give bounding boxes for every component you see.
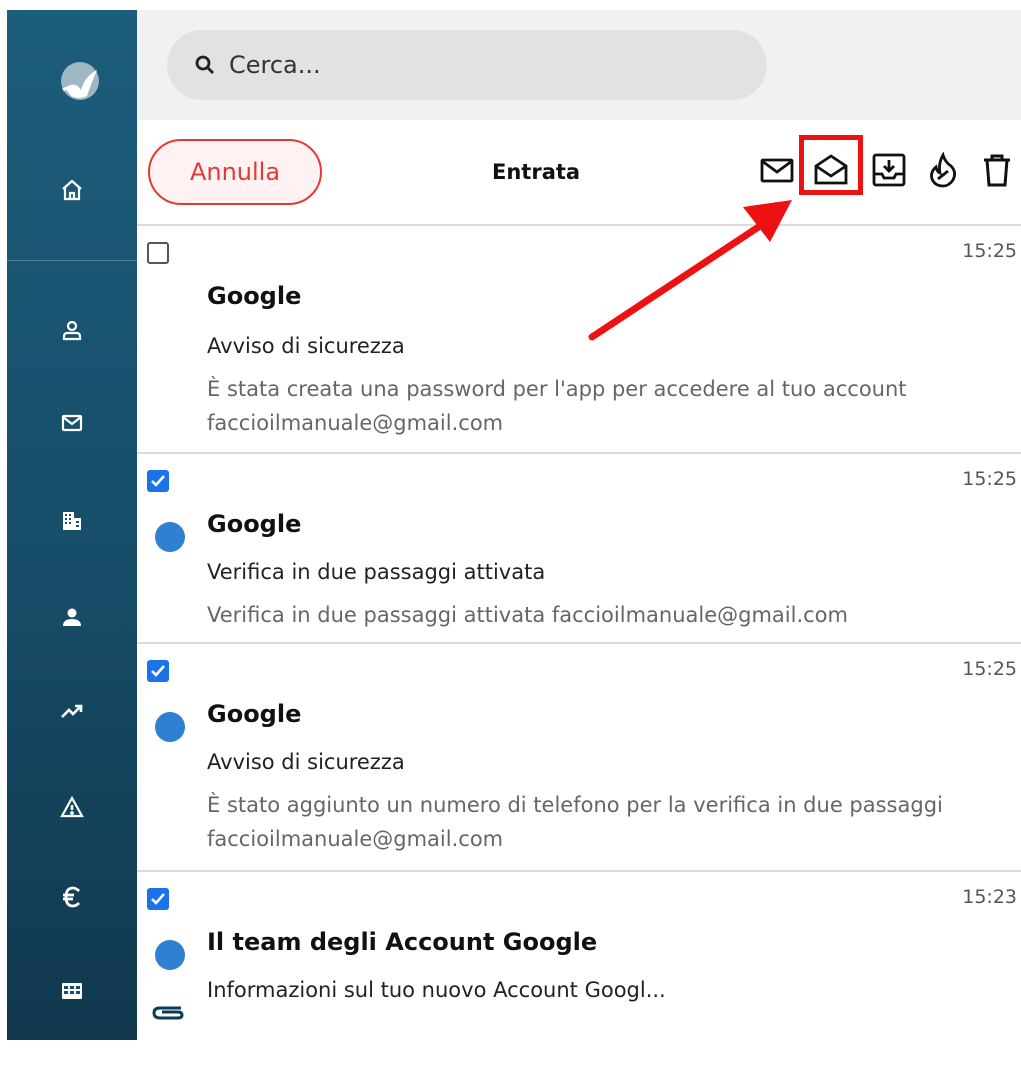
home-icon[interactable] — [57, 175, 87, 205]
message-time: 15:23 — [962, 886, 1017, 908]
checkmark-icon — [151, 893, 165, 905]
trending-icon[interactable] — [57, 696, 87, 726]
mark-unread-icon[interactable] — [757, 150, 797, 190]
message-row[interactable]: 15:25 Google Verifica in due passaggi at… — [137, 454, 1021, 644]
message-subject: Avviso di sicurezza — [207, 750, 405, 774]
checkmark-icon — [151, 475, 165, 487]
annotation-highlight-box — [799, 135, 863, 195]
message-subject: Avviso di sicurezza — [207, 334, 405, 358]
select-checkbox[interactable] — [147, 242, 169, 264]
checkmark-icon — [151, 665, 165, 677]
unread-dot-icon — [155, 940, 185, 970]
folder-title: Entrata — [492, 160, 581, 184]
message-time: 15:25 — [962, 240, 1017, 262]
message-row[interactable]: 15:23 Il team degli Account Google Infor… — [137, 872, 1021, 1062]
search-icon — [195, 55, 214, 74]
sidebar-divider — [7, 260, 137, 261]
message-sender: Google — [207, 510, 302, 538]
message-sender: Google — [207, 700, 302, 728]
delete-icon[interactable] — [977, 150, 1017, 190]
spam-icon[interactable] — [923, 150, 963, 190]
toolbar: Annulla Entrata — [137, 120, 1021, 226]
message-subject: Verifica in due passaggi attivata — [207, 560, 546, 584]
attachment-icon — [152, 1006, 184, 1020]
message-preview: Verifica in due passaggi attivata faccio… — [207, 603, 848, 627]
sidebar-divider — [7, 1047, 137, 1048]
message-sender: Il team degli Account Google — [207, 928, 598, 956]
select-checkbox[interactable] — [147, 888, 169, 910]
buildings-icon[interactable] — [57, 506, 87, 536]
message-preview: È stato aggiunto un numero di telefono p… — [207, 793, 943, 851]
cancel-button[interactable]: Annulla — [148, 139, 322, 205]
grid-icon[interactable] — [57, 976, 87, 1006]
euro-icon[interactable] — [57, 882, 87, 912]
message-sender: Google — [207, 282, 302, 310]
message-list: 15:25 Google Avviso di sicurezza È stata… — [137, 226, 1021, 1062]
message-time: 15:25 — [962, 468, 1017, 490]
message-subject: Informazioni sul tuo nuovo Account Googl… — [207, 978, 666, 1002]
unread-dot-icon — [155, 522, 185, 552]
archive-icon[interactable] — [869, 150, 909, 190]
contacts-icon[interactable] — [57, 315, 87, 345]
sidebar — [7, 10, 137, 1048]
mail-icon[interactable] — [57, 408, 87, 438]
message-row[interactable]: 15:25 Google Avviso di sicurezza È stato… — [137, 644, 1021, 872]
select-checkbox[interactable] — [147, 470, 169, 492]
message-preview: È stata creata una password per l'app pe… — [207, 377, 907, 435]
search-input[interactable] — [229, 51, 709, 79]
warning-icon[interactable] — [57, 792, 87, 822]
user-icon[interactable] — [57, 602, 87, 632]
search-box[interactable] — [167, 30, 767, 100]
unread-dot-icon — [155, 712, 185, 742]
message-row[interactable]: 15:25 Google Avviso di sicurezza È stata… — [137, 226, 1021, 454]
message-time: 15:25 — [962, 658, 1017, 680]
select-checkbox[interactable] — [147, 660, 169, 682]
search-bar — [137, 10, 1021, 120]
app-logo-icon[interactable] — [57, 58, 103, 104]
